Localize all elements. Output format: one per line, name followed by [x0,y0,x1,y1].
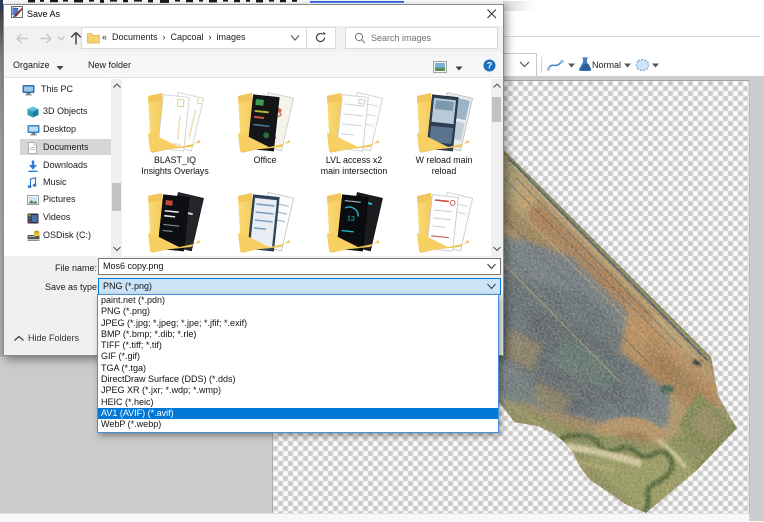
svg-text:?: ? [487,61,493,71]
svg-text:13: 13 [347,215,356,223]
